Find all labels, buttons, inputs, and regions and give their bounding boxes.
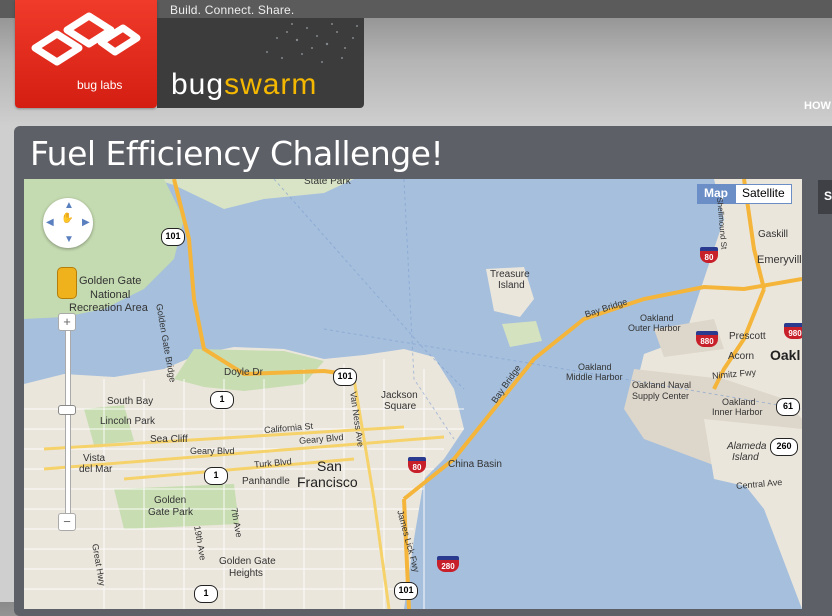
route-shield-i80: 80 [700, 247, 718, 263]
map-label: Jackson [381, 390, 418, 401]
map-label: Geary Blvd [190, 446, 235, 456]
pan-down-icon[interactable]: ▼ [64, 234, 74, 245]
map-label: San [317, 458, 342, 474]
map-view[interactable]: Map Satellite ▲ ◀ ▶ ▼ ✋ + − State Park G… [24, 179, 802, 609]
map-label: Oakland [722, 397, 756, 407]
map-label: Alameda [727, 441, 767, 452]
map-label: Middle Harbor [566, 372, 623, 382]
route-shield-ca1: 1 [194, 585, 218, 603]
zoom-out-button[interactable]: − [58, 513, 76, 531]
map-label: Oakland Naval [632, 380, 692, 390]
map-label: Sea Cliff [150, 434, 188, 445]
map-label: Supply Center [632, 391, 690, 401]
wordmark-part1: bug [171, 68, 225, 101]
route-shield-ca1: 1 [204, 467, 228, 485]
route-shield-ca61: 61 [776, 398, 800, 416]
map-label: Emeryville [757, 254, 802, 266]
map-type-satellite-button[interactable]: Satellite [735, 184, 792, 204]
map-label: Francisco [297, 474, 358, 490]
route-shield-ca1: 1 [210, 391, 234, 409]
page-title: Fuel Efficiency Challenge! [30, 134, 444, 173]
map-label: Panhandle [242, 476, 290, 487]
map-label: Gate Park [148, 507, 194, 518]
map-label: State Park [304, 179, 351, 187]
logo-label: bug labs [77, 78, 123, 92]
pan-control[interactable]: ▲ ◀ ▶ ▼ ✋ [43, 198, 93, 248]
map-label: Gaskill [758, 229, 789, 240]
route-shield-i80: 80 [408, 457, 426, 473]
map-label: Doyle Dr [224, 367, 263, 378]
zoom-in-button[interactable]: + [58, 313, 76, 331]
route-shield-i980: 980 [784, 323, 802, 339]
wordmark-part2: swarm [224, 68, 318, 101]
map-label: Golden Gate [219, 556, 276, 567]
zoom-track[interactable] [65, 321, 71, 519]
side-tab[interactable]: S [818, 180, 832, 214]
map-label: Golden Gate [79, 275, 142, 287]
nav-link-how[interactable]: HOW [804, 100, 831, 112]
map-label: Island [732, 452, 759, 463]
map-label: Oakl [770, 347, 801, 363]
map-label: Heights [229, 568, 263, 579]
pan-right-icon[interactable]: ▶ [82, 217, 90, 228]
map-label: China Basin [448, 459, 502, 470]
street-view-pegman-icon[interactable] [57, 267, 77, 299]
bug-logo-icon [31, 12, 141, 66]
pan-up-icon[interactable]: ▲ [64, 200, 74, 211]
bug-labs-logo[interactable]: bug labs [15, 0, 157, 108]
map-label: del Mar [79, 464, 113, 475]
route-shield-i880: 880 [696, 331, 718, 347]
map-label: Prescott [729, 331, 766, 342]
map-label: Golden [154, 495, 187, 506]
map-label: Vista [83, 453, 106, 464]
zoom-control: + − [58, 313, 76, 533]
tagline: Build. Connect. Share. [170, 3, 295, 17]
bugswarm-wordmark: bugswarm [171, 68, 317, 102]
pan-left-icon[interactable]: ◀ [46, 217, 54, 228]
map-label: National [90, 289, 131, 301]
map-label: Square [384, 401, 417, 412]
map-label: South Bay [107, 396, 154, 407]
map-label: Island [498, 280, 525, 291]
hand-icon: ✋ [61, 213, 74, 224]
map-label: Acorn [728, 351, 755, 362]
map-label: Oakland [578, 362, 612, 372]
route-shield-ca260: 260 [770, 438, 798, 456]
map-label: Outer Harbor [628, 323, 681, 333]
route-shield-us101: 101 [161, 228, 185, 246]
map-label: Inner Harbor [712, 407, 763, 417]
route-shield-us101: 101 [394, 582, 418, 600]
map-label: Recreation Area [69, 302, 148, 314]
map-label: Oakland [640, 313, 674, 323]
route-shield-us101: 101 [333, 368, 357, 386]
map-label: Lincoln Park [100, 416, 156, 427]
route-shield-i280: 280 [437, 556, 459, 572]
bugswarm-logo[interactable]: bugswarm [157, 18, 364, 108]
zoom-slider-knob[interactable] [58, 405, 76, 415]
map-label: Treasure [490, 269, 530, 280]
